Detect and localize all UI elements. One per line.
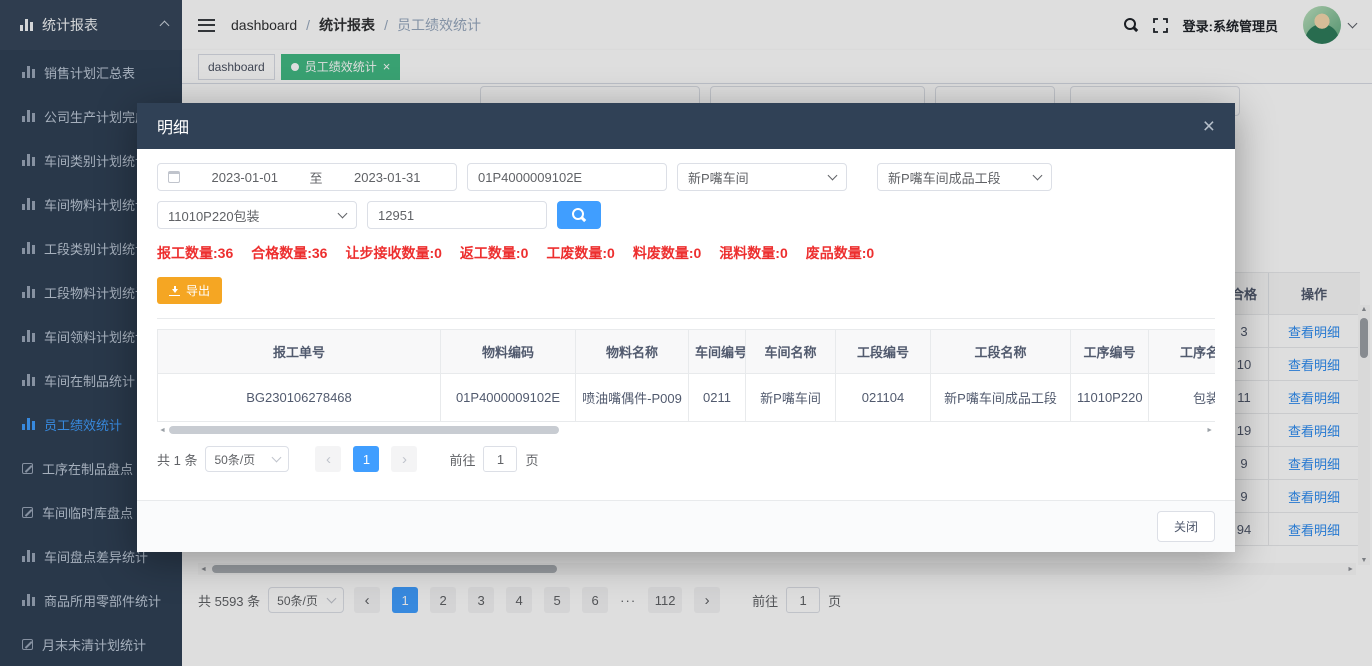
- modal-footer: 关闭: [137, 500, 1235, 552]
- stat-mixed-material: 混料数量:0: [719, 243, 787, 263]
- stat-material-scrap: 料废数量:0: [633, 243, 701, 263]
- section-select[interactable]: 新P嘴车间成品工段: [877, 163, 1052, 191]
- export-button[interactable]: 导出: [157, 277, 222, 304]
- chevron-down-icon: [338, 209, 348, 219]
- workshop-select[interactable]: 新P嘴车间: [677, 163, 847, 191]
- stat-concession: 让步接收数量:0: [345, 243, 441, 263]
- table-header-row: 报工单号 物料编码 物料名称 车间编号 车间名称 工段编号 工段名称 工序编号 …: [158, 330, 1216, 374]
- page-size-select[interactable]: 50条/页: [205, 446, 289, 472]
- detail-table-wrap: 报工单号 物料编码 物料名称 车间编号 车间名称 工段编号 工段名称 工序编号 …: [157, 329, 1215, 422]
- close-modal-button[interactable]: 关闭: [1157, 511, 1215, 542]
- detail-table: 报工单号 物料编码 物料名称 车间编号 车间名称 工段编号 工段名称 工序编号 …: [157, 329, 1215, 422]
- search-button[interactable]: [557, 201, 601, 229]
- app-screen: 统计报表 销售计划汇总表 公司生产计划完成统计 车间类别计划统计 车间物料计划统…: [0, 0, 1372, 666]
- scroll-left-icon[interactable]: ◄: [159, 427, 166, 434]
- stat-process-scrap: 工废数量:0: [546, 243, 614, 263]
- date-start[interactable]: 2023-01-01: [186, 170, 304, 185]
- calendar-icon: [168, 171, 180, 183]
- modal-pagination: 共 1 条 50条/页 ‹ 1 › 前往 1 页: [157, 446, 1215, 472]
- modal-title: 明细: [157, 114, 189, 138]
- modal-body: 2023-01-01 至 2023-01-31 01P4000009102E 新…: [137, 149, 1235, 500]
- total-count-label: 共 1 条: [157, 450, 197, 469]
- prev-page-button[interactable]: ‹: [315, 446, 341, 472]
- chevron-down-icon: [1033, 171, 1043, 181]
- page-unit-label: 页: [525, 450, 538, 469]
- download-icon: [169, 286, 180, 296]
- col-section-name: 工段名称: [931, 330, 1071, 374]
- next-page-button[interactable]: ›: [391, 446, 417, 472]
- modal-close-icon[interactable]: ×: [1203, 116, 1215, 137]
- stat-reported: 报工数量:36: [157, 243, 233, 263]
- filter-row-1: 2023-01-01 至 2023-01-31 01P4000009102E 新…: [157, 163, 1215, 191]
- scrollbar-thumb[interactable]: [169, 426, 559, 434]
- modal-header: 明细 ×: [137, 103, 1235, 149]
- col-material-name: 物料名称: [576, 330, 689, 374]
- stat-qualified: 合格数量:36: [251, 243, 327, 263]
- stat-rework: 返工数量:0: [460, 243, 528, 263]
- stat-waste: 废品数量:0: [806, 243, 874, 263]
- chevron-down-icon: [828, 171, 838, 181]
- page-button-1[interactable]: 1: [353, 446, 379, 472]
- table-row: BG230106278468 01P4000009102E 喷油嘴偶件-P009…: [158, 374, 1216, 422]
- scroll-right-icon[interactable]: ►: [1206, 427, 1213, 434]
- detail-modal: 明细 × 2023-01-01 至 2023-01-31 01P40000091…: [137, 103, 1235, 552]
- summary-stats: 报工数量:36 合格数量:36 让步接收数量:0 返工数量:0 工废数量:0 料…: [157, 243, 1215, 263]
- chevron-down-icon: [272, 453, 282, 463]
- date-end[interactable]: 2023-01-31: [329, 170, 447, 185]
- material-code-input[interactable]: 01P4000009102E: [467, 163, 667, 191]
- col-workshop-name: 车间名称: [746, 330, 836, 374]
- search-icon: [572, 208, 586, 222]
- col-process-name: 工序名称: [1149, 330, 1216, 374]
- process-select[interactable]: 11010P220包装: [157, 201, 357, 229]
- filter-row-2: 11010P220包装 12951: [157, 201, 1215, 229]
- col-workshop-no: 车间编号: [689, 330, 746, 374]
- col-process-no: 工序编号: [1071, 330, 1149, 374]
- report-no-input[interactable]: 12951: [367, 201, 547, 229]
- date-range-picker[interactable]: 2023-01-01 至 2023-01-31: [157, 163, 457, 191]
- date-range-separator: 至: [310, 168, 323, 187]
- col-report-no: 报工单号: [158, 330, 441, 374]
- col-section-no: 工段编号: [836, 330, 931, 374]
- divider: [157, 318, 1215, 319]
- modal-horizontal-scrollbar[interactable]: ◄ ►: [157, 424, 1215, 436]
- col-material-code: 物料编码: [441, 330, 576, 374]
- goto-page-input[interactable]: 1: [483, 446, 517, 472]
- goto-label: 前往: [449, 450, 475, 469]
